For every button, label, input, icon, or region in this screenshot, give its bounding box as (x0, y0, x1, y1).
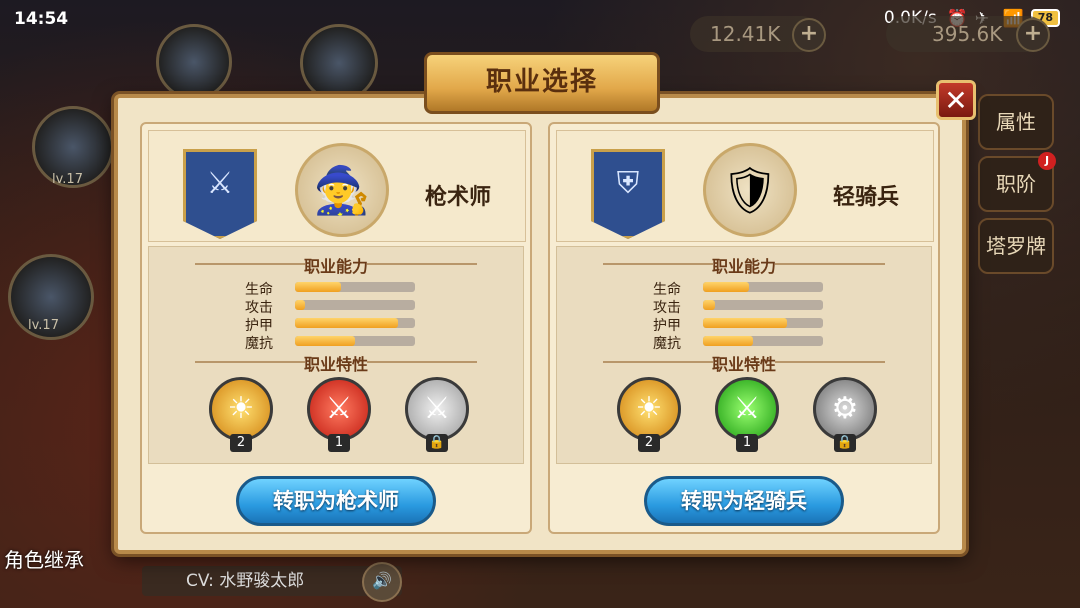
cavalry-portrait: 🛡 (703, 143, 797, 237)
traits-title: 职业特性 (149, 351, 523, 375)
traits-title: 职业特性 (557, 351, 931, 375)
sun-emblem-icon[interactable]: ☀ 2 (617, 377, 681, 452)
stat-bar-fill (295, 318, 399, 328)
lancer-portrait: 🧙 (295, 143, 389, 237)
stat-bar-fill (295, 336, 355, 346)
stat-row-armor: 护甲 (149, 315, 523, 334)
gear-locked-icon[interactable]: ⚙ 🔒 (813, 377, 877, 452)
notification-badge: J (1038, 152, 1056, 170)
stats-title: 职业能力 (149, 253, 523, 277)
skill-slot-1-level: lv.17 (52, 172, 83, 187)
sword-attack-icon[interactable]: ⚔ 1 (715, 377, 779, 452)
transfer-cavalry-button[interactable]: 转职为轻骑兵 (644, 476, 844, 526)
spear-icon: ⚔ (183, 149, 257, 239)
status-time: 14:54 (14, 9, 69, 29)
stat-row-hp: 生命 (557, 279, 931, 298)
stat-row-hp: 生命 (149, 279, 523, 298)
tab-class-rank[interactable]: 职阶 J (978, 152, 1056, 212)
skill-slot-top[interactable] (156, 24, 232, 100)
dialog-title: 职业选择 (424, 52, 660, 114)
sun-emblem-icon[interactable]: ☀ 2 (209, 377, 273, 452)
add-gem-button[interactable]: + (792, 18, 826, 52)
helmet-icon: ⛨ (591, 149, 665, 239)
sword-locked-icon[interactable]: ⚔ 🔒 (405, 377, 469, 452)
stat-bar-fill (703, 282, 749, 292)
stat-bar-fill (703, 300, 715, 310)
stats-title: 职业能力 (557, 253, 931, 277)
stat-row-armor: 护甲 (557, 315, 931, 334)
stat-bar-fill (703, 318, 787, 328)
speaker-icon[interactable]: 🔊 (362, 562, 402, 602)
class-name: 枪术师 (425, 185, 492, 210)
skill-slot-top-2[interactable] (300, 24, 378, 102)
sword-attack-icon[interactable]: ⚔ 1 (307, 377, 371, 452)
stat-bar-fill (703, 336, 754, 346)
stat-row-magic-resist: 魔抗 (149, 333, 523, 352)
tab-tarot[interactable]: 塔罗牌 (978, 218, 1054, 274)
add-gold-button[interactable]: + (1016, 18, 1050, 52)
class-card-lancer: ⚔ 🧙 枪术师 职业能力 生命 攻击 护甲 魔抗 职业特性 ☀ 2 ⚔ 1 ⚔ 🔒 转… (140, 122, 532, 534)
stat-row-attack: 攻击 (557, 297, 931, 316)
stat-row-magic-resist: 魔抗 (557, 333, 931, 352)
stat-bar-fill (295, 282, 341, 292)
stat-bar-fill (295, 300, 305, 310)
character-inherit-label[interactable]: 角色继承 (4, 544, 84, 573)
class-name: 轻骑兵 (833, 185, 900, 210)
class-card-cavalry: ⛨ 🛡 轻骑兵 职业能力 生命 攻击 护甲 魔抗 职业特性 ☀ 2 ⚔ 1 ⚙ 🔒 转… (548, 122, 940, 534)
close-button[interactable]: ✕ (936, 80, 976, 120)
stat-row-attack: 攻击 (149, 297, 523, 316)
tab-attributes[interactable]: 属性 (978, 94, 1054, 150)
transfer-lancer-button[interactable]: 转职为枪术师 (236, 476, 436, 526)
skill-slot-2-level: lv.17 (28, 318, 59, 333)
